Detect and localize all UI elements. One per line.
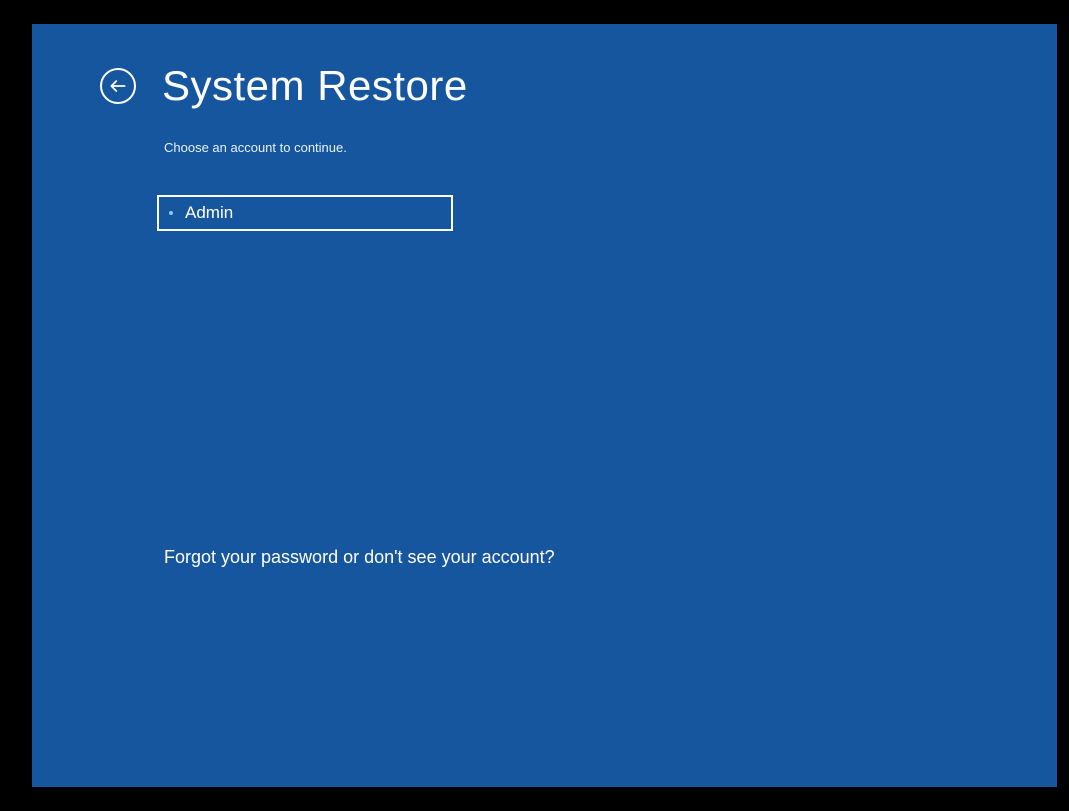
- bullet-icon: [169, 211, 173, 215]
- system-restore-window: System Restore Choose an account to cont…: [32, 24, 1057, 787]
- account-list: Admin: [157, 195, 1057, 231]
- page-title: System Restore: [162, 62, 468, 110]
- account-name: Admin: [185, 203, 233, 223]
- back-arrow-icon: [108, 76, 128, 96]
- account-item-admin[interactable]: Admin: [157, 195, 453, 231]
- forgot-password-link[interactable]: Forgot your password or don't see your a…: [164, 547, 555, 568]
- page-subtitle: Choose an account to continue.: [164, 140, 1057, 155]
- header: System Restore: [32, 24, 1057, 110]
- back-button[interactable]: [100, 68, 136, 104]
